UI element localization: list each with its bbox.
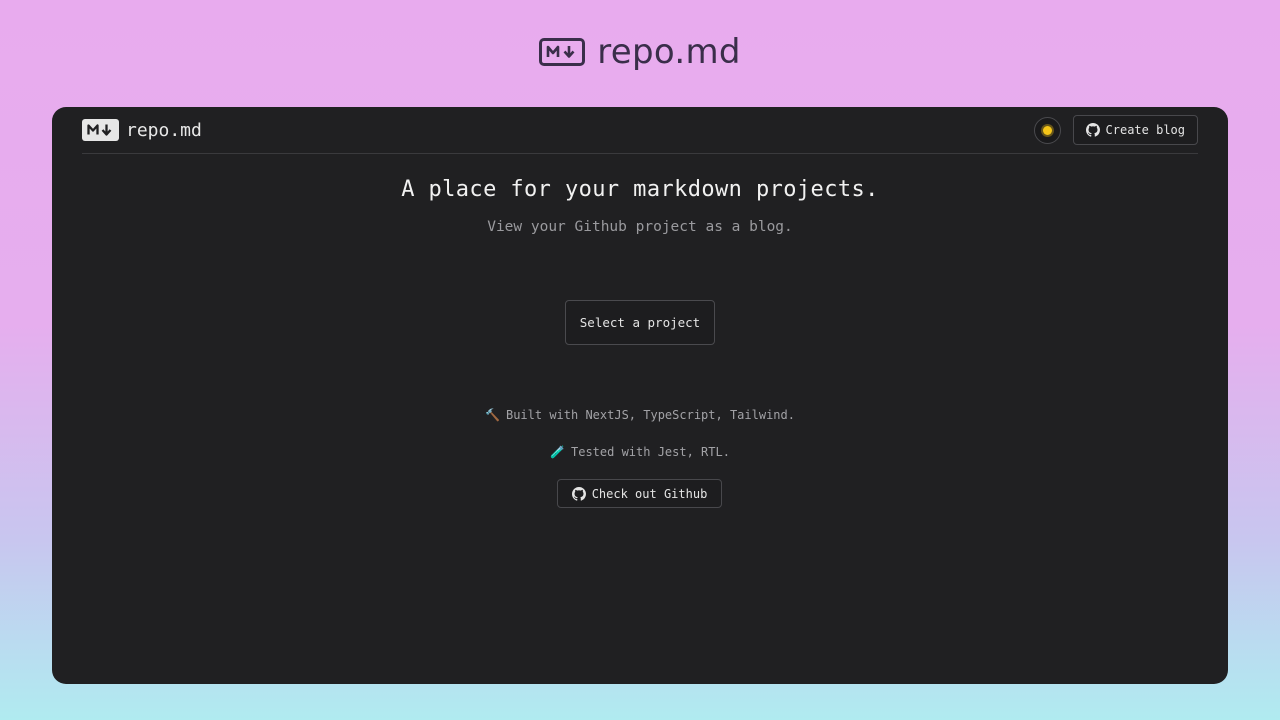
markdown-logo-icon (539, 38, 586, 66)
test-tube-icon: 🧪 (550, 445, 565, 459)
github-icon (571, 486, 586, 501)
hammer-icon: 🔨 (485, 408, 500, 422)
app-window: repo.md Create blog A place for your mar… (52, 107, 1228, 684)
page-title: A place for your markdown projects. (401, 177, 879, 202)
feature-text: Built with NextJS, TypeScript, Tailwind. (505, 408, 795, 422)
check-out-github-label: Check out Github (591, 486, 708, 501)
feature-text: Tested with Jest, RTL. (571, 445, 730, 459)
check-out-github-button[interactable]: Check out Github (557, 479, 722, 508)
page-subtitle: View your Github project as a blog. (487, 219, 793, 235)
site-logo[interactable]: repo.md (82, 119, 202, 141)
github-icon (1085, 123, 1100, 137)
create-blog-label: Create blog (1105, 123, 1185, 137)
navbar: repo.md Create blog (82, 107, 1198, 154)
logo-text: repo.md (126, 119, 202, 141)
theme-toggle-button[interactable] (1033, 116, 1061, 144)
sun-icon (1042, 125, 1052, 135)
brand-title: repo.md (597, 32, 741, 72)
create-blog-button[interactable]: Create blog (1072, 115, 1198, 145)
feature-tested-with: 🧪 Tested with Jest, RTL. (52, 445, 1228, 459)
select-project-button[interactable]: Select a project (565, 300, 715, 345)
navbar-actions: Create blog (1033, 115, 1198, 145)
feature-built-with: 🔨 Built with NextJS, TypeScript, Tailwind… (52, 408, 1228, 422)
brand-header: repo.md (0, 32, 1280, 72)
markdown-logo-icon (82, 119, 119, 141)
